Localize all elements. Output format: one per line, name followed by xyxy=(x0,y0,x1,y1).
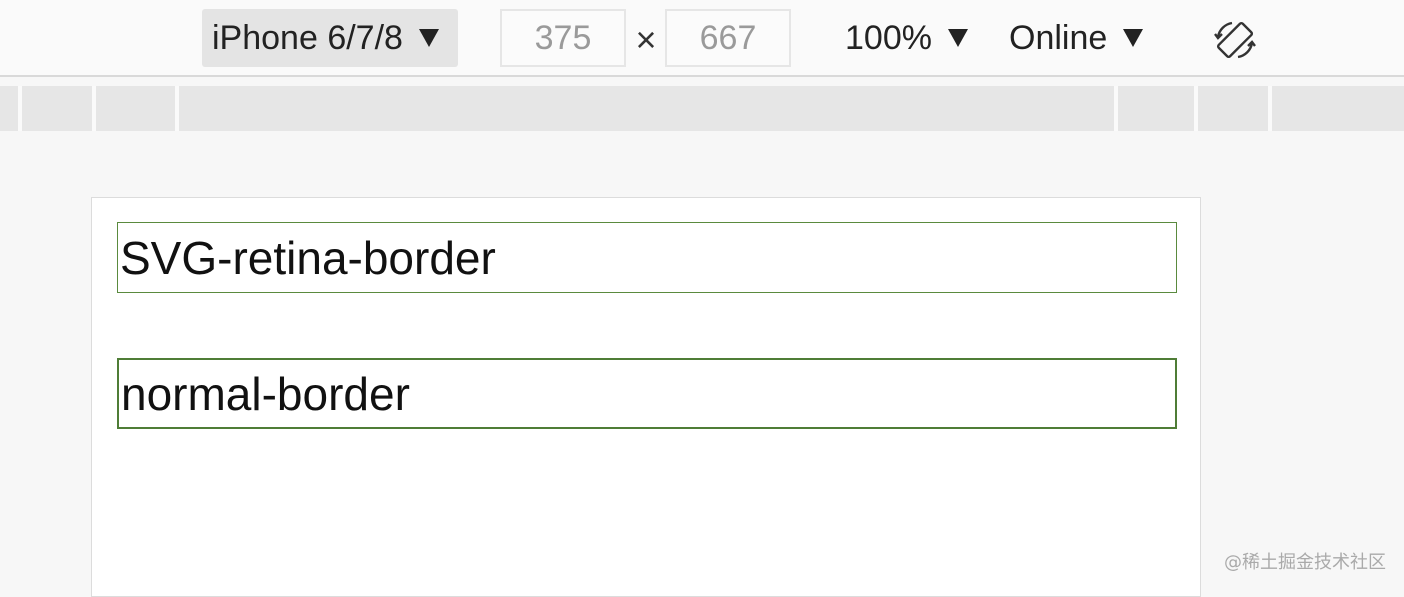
device-select[interactable]: iPhone 6/7/8 xyxy=(202,9,458,67)
ruler-divider xyxy=(18,86,22,131)
svg-retina-border-label: SVG-retina-border xyxy=(120,231,496,285)
device-select-label: iPhone 6/7/8 xyxy=(212,19,403,58)
chevron-down-icon xyxy=(948,29,968,47)
ruler-divider xyxy=(175,86,179,131)
media-query-ruler xyxy=(0,86,1404,131)
device-toolbar: iPhone 6/7/8 375 × 667 100% Online xyxy=(0,0,1404,77)
device-viewport: SVG-retina-border normal-border xyxy=(91,197,1201,597)
normal-border-box: normal-border xyxy=(117,358,1177,429)
normal-border-label: normal-border xyxy=(121,367,410,421)
svg-retina-border-box: SVG-retina-border xyxy=(117,222,1177,293)
zoom-select[interactable]: 100% xyxy=(845,9,975,67)
rotate-device-icon[interactable] xyxy=(1212,17,1258,63)
watermark: @稀土掘金技术社区 xyxy=(1224,548,1386,574)
ruler-divider xyxy=(1114,86,1118,131)
ruler-divider xyxy=(92,86,96,131)
network-throttle-select[interactable]: Online xyxy=(1009,9,1149,67)
zoom-select-label: 100% xyxy=(845,19,932,58)
width-input[interactable]: 375 xyxy=(500,9,626,67)
network-select-label: Online xyxy=(1009,19,1107,58)
height-input[interactable]: 667 xyxy=(665,9,791,67)
chevron-down-icon xyxy=(419,29,439,47)
ruler-divider xyxy=(1194,86,1198,131)
dimension-separator: × xyxy=(632,20,660,60)
chevron-down-icon xyxy=(1123,29,1143,47)
ruler-divider xyxy=(1268,86,1272,131)
